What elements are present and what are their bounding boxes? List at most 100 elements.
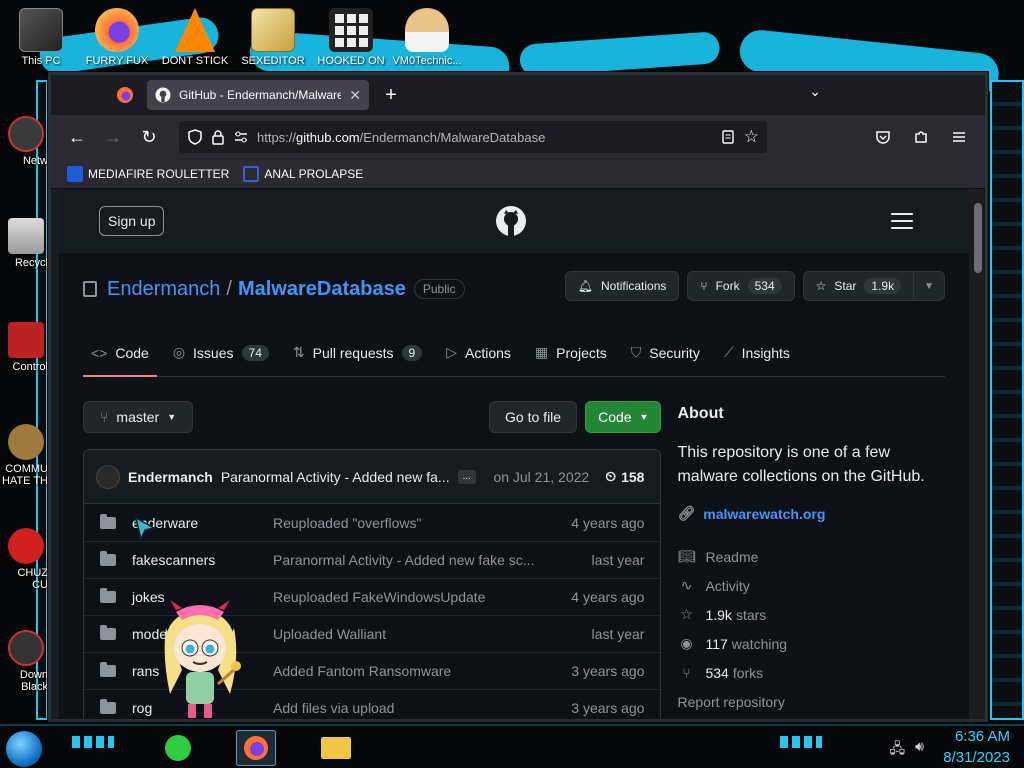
file-commit-message[interactable]: Reuploaded FakeWindowsUpdate (273, 589, 534, 605)
desktop-icon-network[interactable]: Netw (0, 116, 48, 167)
taskbar-firefox[interactable] (236, 730, 276, 766)
volume-icon[interactable]: 🔊︎ (915, 738, 924, 762)
go-to-file-button[interactable]: Go to file (489, 401, 578, 433)
folder-icon (100, 513, 116, 529)
address-bar[interactable]: https://github.com/Endermanch/MalwareDat… (179, 121, 767, 153)
homepage-link-text: malwarewatch.org (703, 505, 826, 522)
tab-projects[interactable]: ▦ Projects (527, 329, 615, 376)
file-commit-message[interactable]: Reuploaded "overflows" (273, 515, 534, 531)
permissions-icon[interactable] (233, 129, 249, 145)
readme-link[interactable]: 📖︎ Readme (677, 542, 945, 571)
bookmark-label: MEDIAFIRE ROULETTER (88, 166, 230, 181)
network-tray-icon[interactable]: 🖧︎ (890, 738, 906, 762)
tab-label: Actions (465, 344, 511, 361)
lock-icon[interactable] (211, 129, 225, 145)
tab-insights[interactable]: ⟋ Insights (716, 329, 798, 376)
desktop-icon-sexeditor[interactable]: SEXEDITOR (232, 8, 314, 67)
list-all-tabs-chevron-icon[interactable]: ⌄ (809, 83, 821, 100)
table-row[interactable]: fakescanners Paranormal Activity - Added … (84, 541, 661, 578)
repo-owner-link[interactable]: Endermanch (107, 278, 220, 301)
desktop-icon-download[interactable]: Down Black (0, 630, 48, 693)
sign-up-button[interactable]: Sign up (99, 206, 165, 236)
tab-actions[interactable]: ▷ Actions (438, 329, 519, 376)
taskbar-notes-app[interactable] (158, 730, 198, 766)
firefox-view-button[interactable] (103, 75, 147, 115)
activity-link[interactable]: ∿ Activity (677, 571, 945, 600)
desktop-icon-recycle-bin[interactable]: Recycl (0, 218, 48, 269)
forks-link[interactable]: ⑂ 534 forks (677, 658, 945, 687)
tab-github[interactable]: GitHub - Endermanch/Malware ✕ (147, 80, 369, 110)
fork-button[interactable]: ⑂ Fork 534 (687, 271, 795, 301)
app-menu-button[interactable] (943, 121, 975, 153)
issue-icon: ◎ (172, 344, 186, 360)
file-name-link[interactable]: fakescanners (132, 552, 273, 568)
desktop-icon-commu[interactable]: COMMU HATE TH (0, 424, 48, 487)
issues-counter: 74 (241, 344, 269, 361)
file-commit-message[interactable]: Add files via upload (273, 700, 534, 716)
branch-selector[interactable]: ⑂ master ▼ (83, 401, 194, 433)
desktop-icon-this-pc[interactable]: This PC (0, 8, 82, 67)
url-text[interactable]: https://github.com/Endermanch/MalwareDat… (257, 130, 712, 145)
hex-editor-icon (251, 8, 295, 52)
hamburger-menu-icon[interactable] (891, 213, 913, 234)
tab-issues[interactable]: ◎ Issues 74 (165, 329, 277, 376)
star-button[interactable]: ☆ Star 1.9k (802, 271, 915, 301)
taskbar-decoration (780, 736, 822, 748)
activity-label: Activity (705, 577, 750, 594)
start-button[interactable] (6, 731, 42, 767)
commit-history-link[interactable]: ⏲ 158 (605, 468, 644, 485)
table-row[interactable]: enderware Reuploaded "overflows" 4 years a… (84, 504, 660, 541)
tab-strip: GitHub - Endermanch/Malware ✕ + ⌄ (51, 75, 985, 115)
forward-button[interactable]: → (97, 121, 129, 153)
watchers-link[interactable]: ◉ 117 watching (677, 629, 945, 658)
file-commit-message[interactable]: Uploaded Walliant (273, 626, 534, 642)
reload-button[interactable]: ↻ (133, 121, 165, 153)
desktop-icon-furry-fux[interactable]: FURRY FUX (76, 8, 158, 67)
desktop-icon-label: Down Black (19, 669, 48, 693)
tab-pull-requests[interactable]: ⇅ Pull requests 9 (285, 329, 430, 376)
folder-icon (100, 662, 116, 677)
back-button[interactable]: ← (61, 121, 93, 153)
extensions-button[interactable] (905, 121, 937, 153)
file-commit-message[interactable]: Added Fantom Ransomware (273, 663, 534, 679)
reader-view-icon[interactable] (720, 129, 736, 145)
report-repository-link[interactable]: Report repository (677, 687, 945, 716)
bookmark-star-icon[interactable]: ☆ (744, 127, 759, 147)
page-scrollbar[interactable] (971, 189, 985, 719)
tracking-shield-icon[interactable] (187, 129, 203, 145)
close-tab-icon[interactable]: ✕ (349, 87, 361, 104)
repo-name-link[interactable]: MalwareDatabase (238, 278, 406, 301)
pocket-button[interactable] (867, 121, 899, 153)
desktop-icon-chuz[interactable]: CHUZ CU (0, 528, 48, 591)
graph-icon: ⟋ (723, 344, 734, 360)
desktop-icon-dont-stick[interactable]: DONT STICK (154, 8, 236, 67)
scrollbar-thumb[interactable] (974, 203, 982, 273)
tab-title: GitHub - Endermanch/Malware (179, 88, 342, 102)
taskbar-file-explorer[interactable] (316, 730, 356, 766)
commit-author[interactable]: Endermanch (128, 469, 213, 485)
new-tab-button[interactable]: + (375, 80, 407, 110)
red-creature-icon (8, 528, 44, 564)
stars-link[interactable]: ☆ 1.9k stars (677, 600, 945, 629)
branch-name: master (116, 409, 160, 425)
taskbar-decoration (72, 736, 114, 748)
bookmark-second[interactable]: ANAL PROLAPSE (243, 165, 363, 182)
tab-code[interactable]: <> Code (83, 329, 157, 377)
desktop-icon-vm0technic[interactable]: VM0Technic... (386, 8, 468, 67)
cartoon-character-sticker (164, 600, 241, 718)
notifications-button[interactable]: 🔔︎ Notifications (564, 271, 680, 301)
github-logo-icon[interactable] (495, 205, 527, 237)
desktop-icon-hooked-on[interactable]: HOOKED ON (310, 8, 392, 67)
bookmark-mediafire-roulette[interactable]: MEDIAFIRE ROULETTER (67, 165, 230, 182)
avatar[interactable] (96, 464, 120, 489)
code-dropdown-button[interactable]: Code ▼ (585, 401, 662, 433)
homepage-link[interactable]: 🔗︎ malwarewatch.org (677, 505, 945, 522)
tab-security[interactable]: ⛉ Security (623, 329, 708, 376)
desktop-icon-control-panel[interactable]: Control (0, 322, 48, 373)
expand-commit-button[interactable]: ... (457, 469, 476, 484)
commit-message[interactable]: Paranormal Activity - Added new fa... (221, 469, 450, 485)
star-list-dropdown[interactable]: ▼ (914, 271, 945, 301)
caret-down-icon: ▼ (167, 412, 177, 422)
file-commit-message[interactable]: Paranormal Activity - Added new fake sc.… (273, 552, 534, 568)
clock[interactable]: 6:36 AM 8/31/2023 (943, 726, 1010, 768)
